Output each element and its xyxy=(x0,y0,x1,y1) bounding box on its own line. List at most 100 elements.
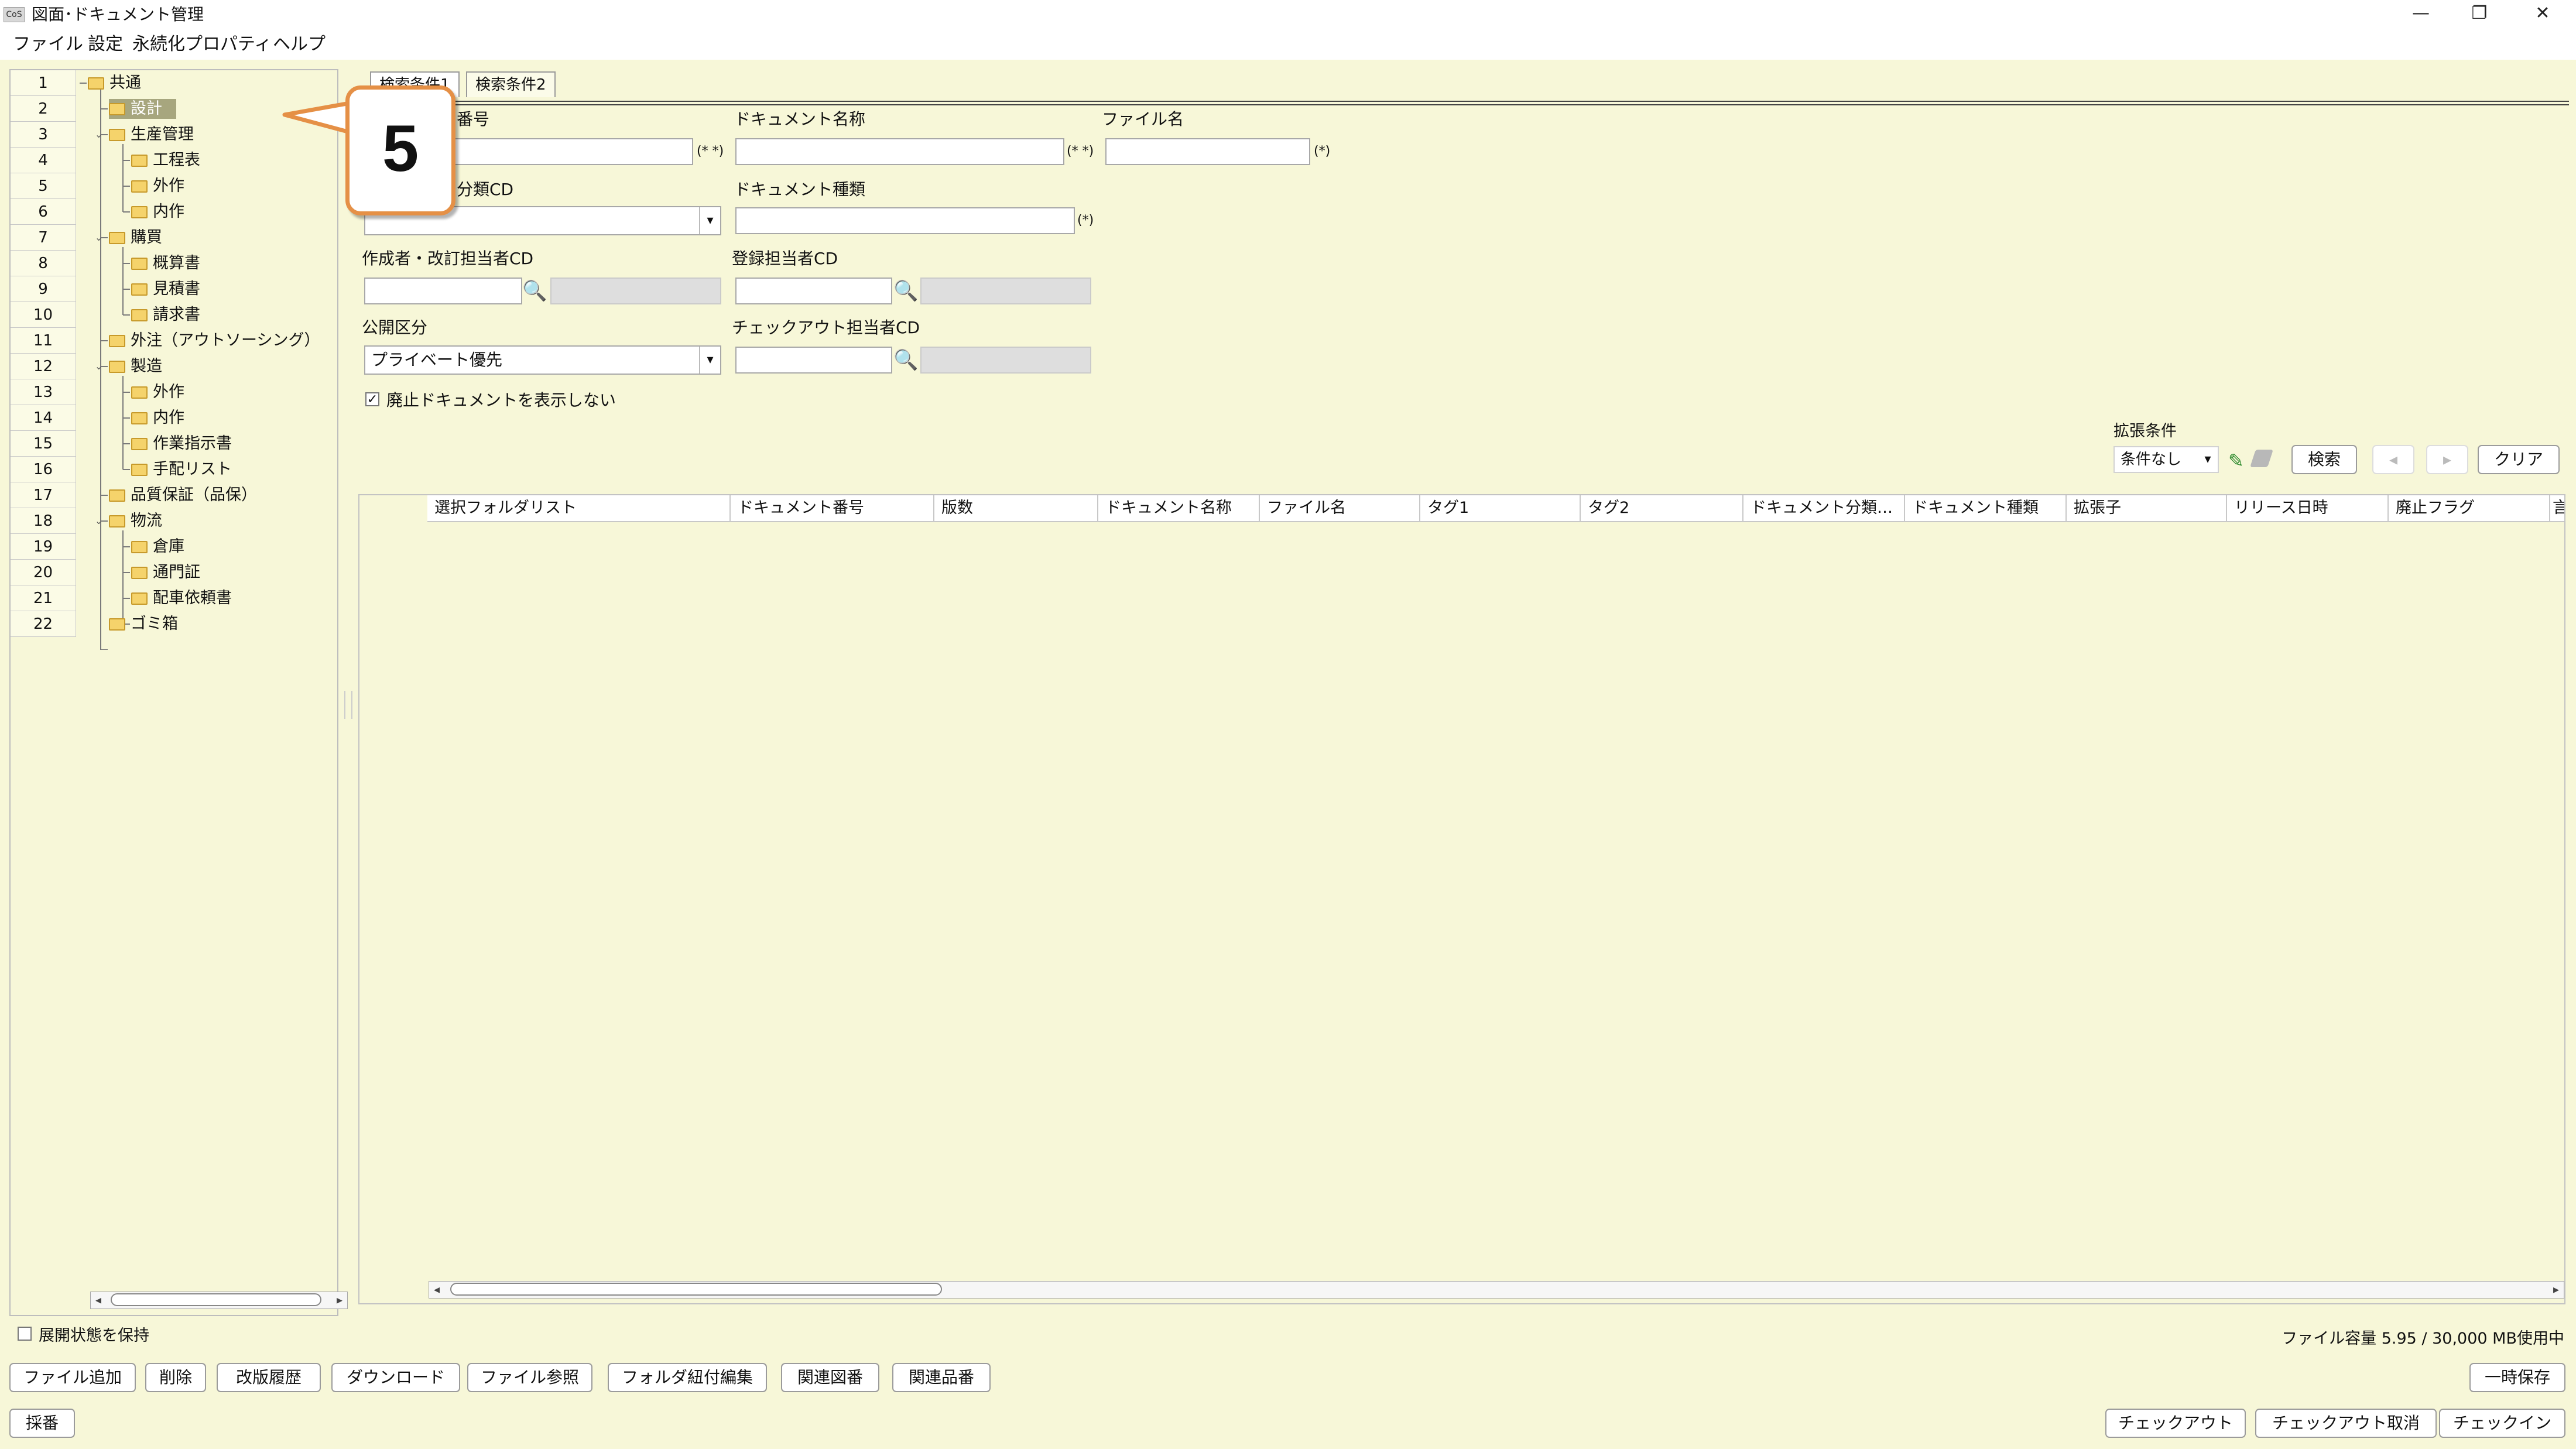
tree-row[interactable]: 1 共通 xyxy=(11,70,337,96)
hide-obsolete-checkbox[interactable]: ✓ xyxy=(365,392,379,406)
tree-node[interactable]: 外作 xyxy=(131,176,184,196)
visibility-select[interactable]: プライベート優先 ▾ xyxy=(364,345,721,375)
extended-condition-select[interactable]: 条件なし ▾ xyxy=(2113,446,2219,473)
menu-help[interactable]: ヘルプ xyxy=(273,34,326,55)
tree-node[interactable]: 概算書 xyxy=(131,254,200,273)
checkin-button[interactable]: チェックイン xyxy=(2439,1409,2565,1438)
tree-row[interactable]: 4 工程表 xyxy=(11,148,337,173)
temp-save-button[interactable]: 一時保存 xyxy=(2469,1363,2565,1392)
checkout-cd-field[interactable] xyxy=(735,347,892,374)
tree-row[interactable]: 8 概算書 xyxy=(11,251,337,276)
tree-node[interactable]: 内作 xyxy=(131,408,184,428)
clear-button[interactable]: クリア xyxy=(2478,445,2560,474)
tree-node[interactable]: 物流 xyxy=(109,511,162,531)
tree-node[interactable]: 外注（アウトソーシング） xyxy=(109,331,320,351)
related-item-button[interactable]: 関連品番 xyxy=(892,1363,991,1392)
tree-node[interactable]: 内作 xyxy=(131,202,184,222)
tree-row[interactable]: 18 物流 xyxy=(11,508,337,534)
panel-splitter-handle[interactable] xyxy=(344,691,352,719)
tree-node[interactable]: 配車依頼書 xyxy=(131,588,232,608)
tree-row[interactable]: 17 品質保証（品保） xyxy=(11,482,337,508)
column-header[interactable]: タグ1 xyxy=(1420,495,1581,521)
scroll-right-icon[interactable]: ▸ xyxy=(2548,1282,2564,1297)
search-button[interactable]: 検索 xyxy=(2291,445,2357,474)
column-header[interactable]: ファイル名 xyxy=(1260,495,1420,521)
tree-node[interactable]: 外作 xyxy=(131,382,184,402)
tree-row[interactable]: 13 外作 xyxy=(11,379,337,405)
column-header[interactable]: 版数 xyxy=(934,495,1098,521)
scroll-right-icon[interactable]: ▸ xyxy=(332,1292,347,1307)
tree-node[interactable]: 共通 xyxy=(88,73,141,93)
add-file-button[interactable]: ファイル追加 xyxy=(9,1363,136,1392)
tree-row[interactable]: 12 製造 xyxy=(11,354,337,379)
column-header[interactable]: 言 xyxy=(2550,495,2564,521)
scroll-left-icon[interactable]: ◂ xyxy=(91,1292,106,1307)
column-header[interactable]: ドキュメント名称 xyxy=(1098,495,1260,521)
tree-node[interactable]: 品質保証（品保） xyxy=(109,485,257,505)
menu-file[interactable]: ファイル xyxy=(13,34,83,55)
related-drawing-button[interactable]: 関連図番 xyxy=(781,1363,879,1392)
tree-row[interactable]: 6 内作 xyxy=(11,199,337,225)
tree-horizontal-scrollbar[interactable]: ◂ ▸ xyxy=(90,1292,348,1309)
doc-type-field[interactable] xyxy=(735,207,1075,234)
grid-horizontal-scrollbar[interactable]: ◂ ▸ xyxy=(429,1281,2564,1299)
keep-expand-checkbox[interactable] xyxy=(18,1327,32,1341)
tree-row[interactable]: 5 外作 xyxy=(11,173,337,199)
tree-row-selected[interactable]: 2 設計 xyxy=(11,96,337,122)
tree-node[interactable]: ゴミ箱 xyxy=(109,614,178,634)
tab-search-condition-2[interactable]: 検索条件2 xyxy=(466,71,556,97)
scrollbar-thumb[interactable] xyxy=(450,1283,942,1296)
column-header[interactable]: ドキュメント種類 xyxy=(1905,495,2067,521)
delete-button[interactable]: 削除 xyxy=(145,1363,206,1392)
checkout-cancel-button[interactable]: チェックアウト取消 xyxy=(2255,1409,2437,1438)
column-header[interactable]: 拡張子 xyxy=(2067,495,2227,521)
tree-row[interactable]: 11 外注（アウトソーシング） xyxy=(11,328,337,354)
scroll-left-icon[interactable]: ◂ xyxy=(429,1282,444,1297)
tree-node[interactable]: 通門証 xyxy=(131,563,200,583)
tree-node[interactable]: 製造 xyxy=(109,357,162,376)
tree-node[interactable]: 購買 xyxy=(109,228,162,248)
tree-row[interactable]: 7 購買 xyxy=(11,225,337,251)
column-header[interactable]: ドキュメント分類… xyxy=(1743,495,1905,521)
tree-row[interactable]: 19 倉庫 xyxy=(11,534,337,560)
hide-obsolete-option[interactable]: ✓ 廃止ドキュメントを表示しない xyxy=(365,389,616,410)
tree-node[interactable]: 生産管理 xyxy=(109,125,194,145)
tree-node[interactable]: 見積書 xyxy=(131,279,200,299)
next-button[interactable]: ▸ xyxy=(2426,445,2468,474)
menu-persistence-properties[interactable]: 永続化プロパティ xyxy=(132,34,272,55)
tree-row[interactable]: 16 手配リスト xyxy=(11,457,337,482)
tree-node[interactable]: 請求書 xyxy=(131,305,200,325)
minimize-button[interactable]: — xyxy=(2395,0,2447,29)
tree-row[interactable]: 20 通門証 xyxy=(11,560,337,585)
tree-row[interactable]: 9 見積書 xyxy=(11,276,337,302)
file-name-field[interactable] xyxy=(1105,138,1310,165)
doc-number-field[interactable] xyxy=(451,138,693,165)
revision-history-button[interactable]: 改版履歴 xyxy=(217,1363,321,1392)
edit-folder-link-button[interactable]: フォルダ紐付編集 xyxy=(608,1363,767,1392)
author-cd-field[interactable] xyxy=(364,278,522,304)
column-header[interactable]: 選択フォルダリスト xyxy=(427,495,731,521)
tree-row[interactable]: 14 内作 xyxy=(11,405,337,431)
scrollbar-thumb[interactable] xyxy=(111,1293,321,1306)
registrar-cd-field[interactable] xyxy=(735,278,892,304)
column-header[interactable]: リリース日時 xyxy=(2227,495,2389,521)
restore-button[interactable]: ❐ xyxy=(2453,0,2506,29)
eraser-icon[interactable] xyxy=(2250,450,2273,467)
tree-node[interactable]: 工程表 xyxy=(131,150,200,170)
browse-file-button[interactable]: ファイル参照 xyxy=(467,1363,592,1392)
search-icon[interactable]: 🔍 xyxy=(893,279,918,303)
search-icon[interactable]: 🔍 xyxy=(893,348,918,372)
menu-settings[interactable]: 設定 xyxy=(88,34,123,55)
column-header[interactable]: タグ2 xyxy=(1581,495,1743,521)
tree-node[interactable]: 手配リスト xyxy=(131,460,232,479)
tree-row[interactable]: 21 配車依頼書 xyxy=(11,585,337,611)
edit-condition-icon[interactable]: ✎ xyxy=(2228,450,2244,472)
keep-expand-option[interactable]: 展開状態を保持 xyxy=(18,1322,149,1345)
close-button[interactable]: ✕ xyxy=(2516,0,2569,29)
download-button[interactable]: ダウンロード xyxy=(331,1363,460,1392)
tree-node[interactable]: 作業指示書 xyxy=(131,434,232,454)
checkout-button[interactable]: チェックアウト xyxy=(2105,1409,2246,1438)
prev-button[interactable]: ◂ xyxy=(2372,445,2414,474)
tree-node[interactable]: 設計 xyxy=(109,99,176,119)
tree-node[interactable]: 倉庫 xyxy=(131,537,184,557)
